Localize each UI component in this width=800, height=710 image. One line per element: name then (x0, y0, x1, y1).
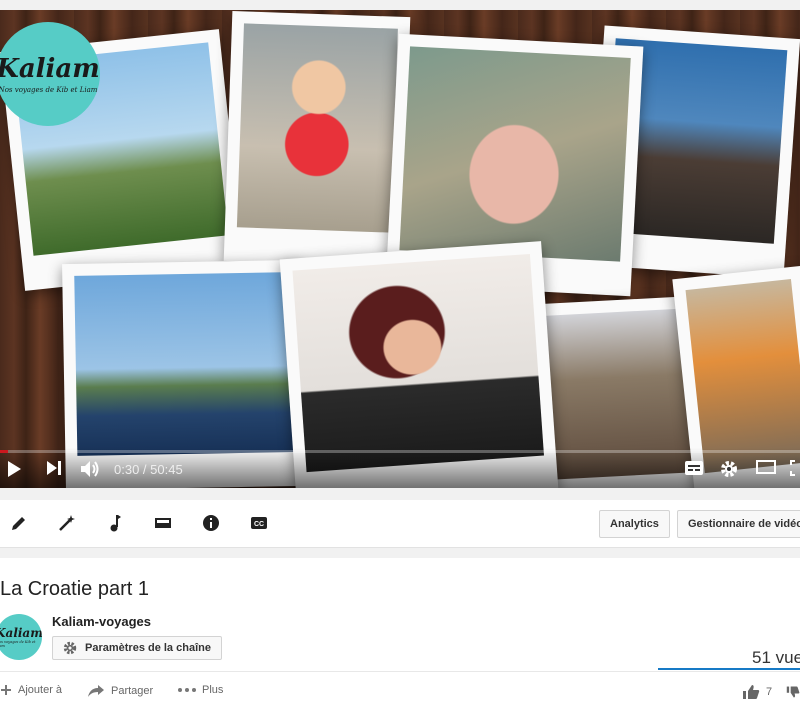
theater-mode-icon[interactable] (756, 460, 776, 474)
more-button[interactable]: Plus (178, 684, 223, 696)
info-icon[interactable] (200, 512, 222, 534)
subtitles-icon[interactable] (684, 460, 704, 476)
video-info-panel: La Croatie part 1 Kaliam Nos voyages de … (0, 558, 800, 710)
youtube-watch-page: Kaliam Nos voyages de Kib et Liam 0:30 /… (0, 0, 800, 710)
gear-icon (63, 641, 77, 655)
channel-settings-label: Paramètres de la chaîne (85, 642, 211, 654)
time-current: 0:30 (114, 462, 140, 477)
avatar-brand-name: Kaliam (0, 626, 42, 640)
like-button[interactable]: 7 (742, 684, 772, 700)
view-count: 51 vue (752, 648, 800, 667)
more-label: Plus (202, 684, 224, 696)
svg-text:CC: CC (254, 521, 264, 528)
time-total: 50:45 (150, 462, 183, 477)
channel-name[interactable]: Kaliam-voyages (52, 614, 151, 629)
play-icon[interactable] (6, 460, 22, 478)
share-label: Partager (111, 685, 154, 697)
video-player[interactable]: Kaliam Nos voyages de Kib et Liam 0:30 /… (0, 10, 800, 488)
dislike-button[interactable] (786, 684, 800, 700)
progress-bar[interactable] (0, 450, 800, 453)
channel-avatar[interactable]: Kaliam Nos voyages de Kib et Liam (0, 614, 42, 660)
magic-wand-icon[interactable] (56, 512, 78, 534)
avatar-brand-tagline: Nos voyages de Kib et Liam (0, 640, 36, 648)
card-icon[interactable] (152, 512, 174, 534)
divider (0, 671, 800, 672)
next-icon[interactable] (46, 460, 62, 476)
channel-settings-button[interactable]: Paramètres de la chaîne (52, 636, 222, 660)
analytics-button[interactable]: Analytics (599, 510, 670, 538)
volume-icon[interactable] (80, 460, 100, 478)
gear-icon[interactable] (720, 460, 738, 478)
player-controls: 0:30 / 50:45 (0, 448, 800, 488)
thumbs-up-icon (743, 685, 760, 699)
brand-name: Kaliam (0, 54, 100, 84)
cc-icon[interactable]: CC (248, 512, 270, 534)
plus-icon (1, 685, 11, 695)
time-display: 0:30 / 50:45 (114, 462, 183, 477)
more-dots-icon (178, 688, 196, 692)
music-note-icon[interactable] (104, 512, 126, 534)
sentiment-bar (658, 668, 800, 670)
video-title: La Croatie part 1 (0, 578, 149, 600)
photo-child-lifejacket (223, 10, 411, 268)
brand-logo: Kaliam Nos voyages de Kib et Liam (0, 22, 100, 126)
fullscreen-icon[interactable] (790, 460, 800, 476)
add-to-button[interactable]: Ajouter à (0, 684, 62, 696)
pencil-icon[interactable] (8, 512, 30, 534)
video-manager-button[interactable]: Gestionnaire de vidéos (677, 510, 800, 538)
share-button[interactable]: Partager (87, 684, 153, 698)
like-count: 7 (766, 686, 773, 698)
thumbs-down-icon (786, 686, 800, 698)
add-to-label: Ajouter à (18, 684, 63, 696)
creator-toolbar: CC Analytics Gestionnaire de vidéos (0, 500, 800, 548)
share-icon (88, 685, 104, 697)
brand-tagline: Nos voyages de Kib et Liam (0, 86, 98, 94)
